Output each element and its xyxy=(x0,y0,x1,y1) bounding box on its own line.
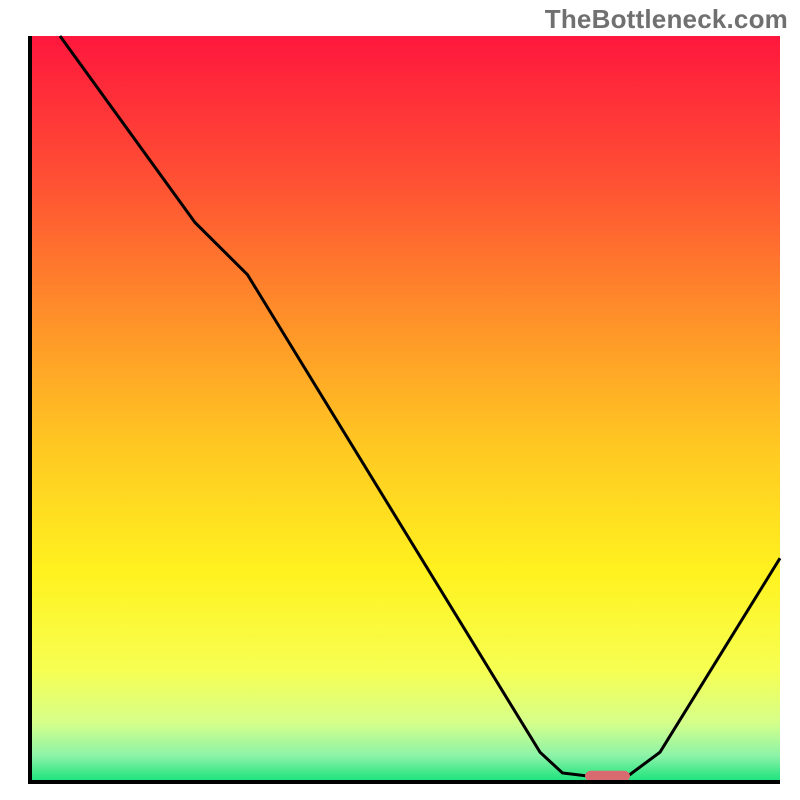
optimum-marker xyxy=(585,771,630,781)
chart-svg xyxy=(0,0,800,800)
chart-canvas: TheBottleneck.com xyxy=(0,0,800,800)
